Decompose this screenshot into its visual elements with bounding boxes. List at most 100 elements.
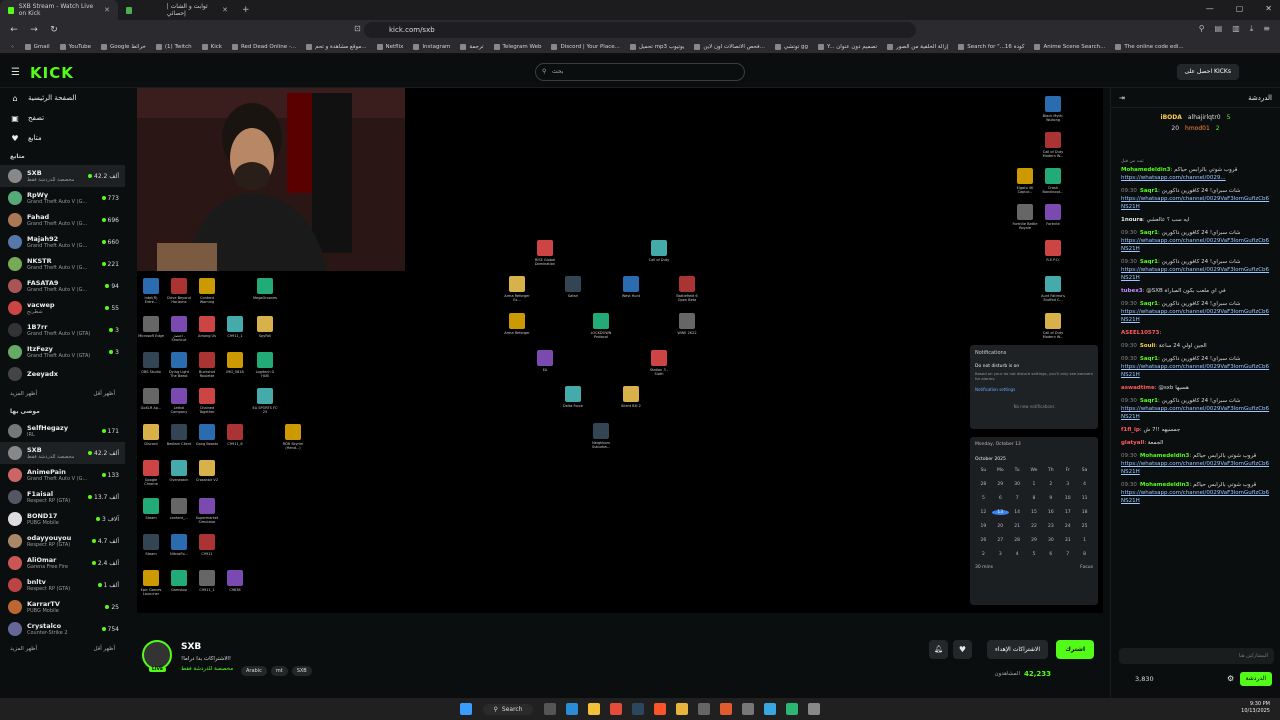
desktop-icon[interactable] (171, 316, 187, 332)
leader-name[interactable]: hmod01 (1185, 125, 1210, 132)
desktop-icon[interactable] (171, 424, 187, 440)
desktop-icon[interactable] (143, 460, 159, 476)
windows-start-icon[interactable] (460, 703, 473, 715)
bookmark-item[interactable]: Search for "...16 كودة (958, 43, 1024, 50)
bookmark-item[interactable]: تحميل mp3 يوتيوب (629, 43, 684, 50)
desktop-icon[interactable] (199, 424, 215, 440)
show-more-link[interactable]: أظهر المزيد (10, 646, 37, 652)
stream-category[interactable]: مخصصة للدردشة فقط (181, 666, 233, 672)
streamer-avatar[interactable] (142, 640, 172, 670)
calendar-day[interactable]: 8 (1076, 552, 1093, 557)
desktop-icon[interactable] (257, 316, 273, 332)
desktop-icon[interactable] (257, 278, 273, 294)
steam-icon[interactable] (631, 703, 644, 715)
calendar-day[interactable]: 26 (975, 538, 992, 543)
calendar-day[interactable]: 3 (1059, 482, 1076, 487)
calendar-day[interactable]: 14 (1009, 510, 1026, 515)
desktop-icon[interactable] (1017, 204, 1033, 220)
desktop-icon[interactable] (257, 388, 273, 404)
calendar-day[interactable]: 10 (1059, 496, 1076, 501)
bookmark-item[interactable]: Discord | Your Place... (551, 43, 620, 50)
collapse-chat-icon[interactable]: ⇥ (1119, 94, 1125, 102)
sidebar-channel[interactable]: 1B7rr Grand Theft Auto V (GTA) 3 (0, 319, 125, 341)
desktop-icon[interactable] (537, 240, 553, 256)
desktop-icon[interactable] (199, 460, 215, 476)
bookmark-item[interactable]: Instagram (413, 43, 450, 50)
leader-name[interactable]: iBODA (1161, 114, 1182, 121)
get-kicks-button[interactable]: احصل على KICKs (1176, 64, 1239, 80)
calendar-day[interactable]: 4 (1076, 482, 1093, 487)
calendar-day[interactable]: 24 (1059, 524, 1076, 529)
extension-icon[interactable]: ▤ (1215, 24, 1223, 34)
explorer-icon[interactable] (587, 703, 600, 715)
calendar-day[interactable]: 2 (975, 552, 992, 557)
desktop-icon[interactable] (509, 313, 525, 329)
app-icon[interactable] (741, 703, 754, 715)
gift-subs-button[interactable]: الاشتراكات الإهداء (986, 640, 1048, 659)
calendar-day[interactable]: 22 (1026, 524, 1043, 529)
message-link[interactable]: https://whatsapp.com/channel/0029VaF3lom… (1121, 490, 1269, 504)
sidebar-channel[interactable]: FASATA9 Grand Theft Auto V (G... 94 (0, 275, 125, 297)
message-link[interactable]: https://whatsapp.com/channel/0029VaF3lom… (1121, 196, 1269, 210)
message-user[interactable]: Mohamedeldin3 (1121, 167, 1170, 173)
new-tab-icon[interactable]: + (242, 5, 250, 15)
chrome-icon[interactable] (609, 703, 622, 715)
show-less-link[interactable]: أظهر أقل (93, 646, 115, 652)
calendar-day[interactable]: 19 (975, 524, 992, 529)
bookmark-item[interactable]: Google خرائط (101, 43, 146, 50)
desktop-icon[interactable] (1045, 168, 1061, 184)
sidebar-channel[interactable]: RpWy Grand Theft Auto V (G... 773 (0, 187, 125, 209)
calendar-day[interactable]: 23 (1042, 524, 1059, 529)
desktop-icon[interactable] (143, 316, 159, 332)
message-user[interactable]: tubex3 (1121, 288, 1143, 294)
calendar-day[interactable]: 31 (1059, 538, 1076, 543)
desktop-icon[interactable] (679, 313, 695, 329)
desktop-icon[interactable] (227, 570, 243, 586)
desktop-icon[interactable] (1045, 240, 1061, 256)
extension-icon[interactable]: ⚲ (1199, 24, 1205, 34)
sidebar-channel[interactable]: AnimePain Grand Theft Auto V (G... 133 (0, 464, 125, 486)
calendar-day[interactable]: 17 (1059, 510, 1076, 515)
menu-icon[interactable]: ☰ (11, 67, 20, 78)
apps-icon[interactable]: ⁘ (10, 44, 15, 50)
sidebar-icon[interactable]: ▥ (1232, 24, 1240, 34)
sidebar-channel[interactable]: AliOmar Garena Free Fire 2.4 ألف (0, 552, 125, 574)
message-link[interactable]: https://whatsapp.com/channel/0029VaF3lom… (1121, 267, 1269, 281)
desktop-icon[interactable] (199, 570, 215, 586)
bookmark-item[interactable]: ترجمة (460, 43, 484, 50)
desktop-icon[interactable] (171, 534, 187, 550)
calendar-day[interactable]: 13 (991, 510, 1009, 515)
message-user[interactable]: Mohamedeldin3 (1140, 482, 1189, 488)
message-user[interactable]: Saqr1 (1140, 230, 1158, 236)
calendar-day[interactable]: 21 (1009, 524, 1026, 529)
desktop-icon[interactable] (143, 424, 159, 440)
close-icon[interactable]: ✕ (222, 6, 228, 14)
desktop-icon[interactable] (1017, 168, 1033, 184)
show-more-link[interactable]: أظهر المزيد (10, 391, 37, 397)
message-user[interactable]: f1fl_ip (1121, 427, 1140, 433)
calendar-day[interactable]: 11 (1076, 496, 1093, 501)
sidebar-channel[interactable]: bnltv Respect RP (GTA) 1 ألف (0, 574, 125, 596)
chat-input[interactable]: المشاركين هنا (1119, 648, 1274, 664)
show-less-link[interactable]: أظهر أقل (93, 391, 115, 397)
desktop-icon[interactable] (623, 386, 639, 402)
bookmark-item[interactable]: موقع مشاهدة و تحم... (306, 43, 367, 50)
brave-icon[interactable] (653, 703, 666, 715)
calendar-day[interactable]: 4 (1009, 552, 1026, 557)
browser-tab-active[interactable]: SXB Stream - Watch Live on Kick ✕ (0, 0, 118, 20)
tag-pill[interactable]: Arabic (241, 666, 267, 676)
bookmark-item[interactable]: Gmail (24, 43, 50, 50)
desktop-icon[interactable] (143, 352, 159, 368)
sidebar-channel[interactable]: Fahad Grand Theft Auto V (G... 696 (0, 209, 125, 231)
follow-button[interactable]: ♥ (953, 640, 972, 659)
message-user[interactable]: ASEEL10573 (1121, 330, 1159, 336)
calendar-day[interactable]: 16 (1042, 510, 1059, 515)
calendar-day[interactable]: 3 (992, 552, 1009, 557)
desktop-icon[interactable] (143, 570, 159, 586)
message-user[interactable]: glatyall (1121, 440, 1144, 446)
sidebar-channel[interactable]: KarrarTV PUBG Mobile 25 (0, 596, 125, 618)
desktop-icon[interactable] (537, 350, 553, 366)
desktop-icon[interactable] (171, 278, 187, 294)
calendar-day[interactable]: 8 (1026, 496, 1043, 501)
calendar-day[interactable]: 30 (1009, 482, 1026, 487)
